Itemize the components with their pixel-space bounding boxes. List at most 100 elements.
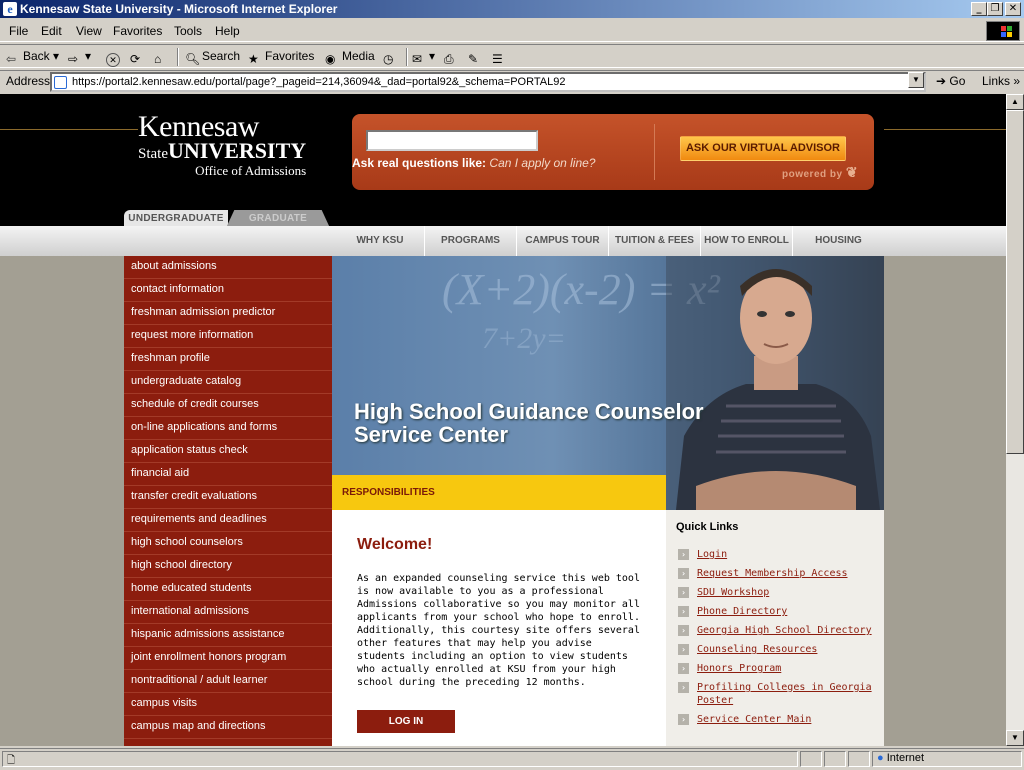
refresh-icon: ⟳ [130, 52, 141, 66]
toolbar: ⇦ Back ▾ ⇨ ▾ ✕ ⟳ ⌂ 🔍︎ Search ★ Favorites ◉ Me… [0, 44, 1024, 68]
powered-by-label: powered by ❦ [782, 164, 859, 180]
quick-link-label: Counseling Resources [697, 644, 818, 655]
media-button[interactable]: ◉ Media [325, 49, 375, 66]
search-button[interactable]: 🔍︎ Search [185, 49, 240, 66]
nav-campus-tour[interactable]: CAMPUS TOUR [516, 226, 608, 256]
mail-icon: ✉ [412, 52, 423, 66]
nav-programs[interactable]: PROGRAMS [424, 226, 516, 256]
menu-file[interactable]: File [9, 24, 28, 38]
arrow-bullet-icon: › [678, 625, 689, 636]
toolbar-separator [406, 48, 408, 66]
maximize-button[interactable]: ❐ [987, 2, 1003, 16]
title-bar: e Kennesaw State University - Microsoft … [0, 0, 1024, 18]
quick-link[interactable]: › SDU Workshop [678, 586, 878, 599]
nav-how-to-enroll[interactable]: HOW TO ENROLL [700, 226, 792, 256]
sidebar-item[interactable]: home educated students [124, 578, 332, 601]
go-button[interactable]: ➔ Go [936, 74, 965, 88]
advisor-question-input[interactable] [366, 130, 538, 151]
home-button[interactable]: ⌂ [154, 49, 171, 66]
log-in-button[interactable]: LOG IN [357, 710, 455, 733]
status-text-panel: 🗋︎ [2, 751, 798, 767]
quick-link-label: Phone Directory [697, 606, 788, 617]
sidebar-item[interactable]: about admissions [124, 256, 332, 279]
minimize-button[interactable]: _ [971, 2, 987, 16]
quick-link-label: Service Center Main [697, 714, 812, 725]
ie-logo-icon: e [3, 2, 17, 16]
sidebar-item[interactable]: joint enrollment honors program [124, 647, 332, 670]
menu-favorites[interactable]: Favorites [113, 24, 162, 38]
ksu-logo[interactable]: Kennesaw StateUNIVERSITY Office of Admis… [138, 110, 306, 179]
go-arrow-icon: ➔ [936, 74, 947, 88]
sidebar-item[interactable]: schedule of credit courses [124, 394, 332, 417]
sidebar-item[interactable]: financial aid [124, 463, 332, 486]
sidebar-item[interactable]: campus map and directions [124, 716, 332, 739]
hero-title: High School Guidance Counselor Service C… [354, 399, 704, 447]
refresh-button[interactable]: ⟳ [130, 49, 147, 66]
sidebar-item[interactable]: high school directory [124, 555, 332, 578]
quick-link[interactable]: › Login [678, 548, 878, 561]
quick-links-panel: Quick Links › Login › Request Membership Ac… [666, 510, 884, 746]
sidebar-item[interactable]: hispanic admissions assistance [124, 624, 332, 647]
menu-help[interactable]: Help [215, 24, 240, 38]
quick-link[interactable]: › Profiling Colleges in Georgia Poster [678, 681, 878, 707]
responsibilities-label[interactable]: RESPONSIBILITIES [342, 487, 435, 498]
ask-virtual-advisor-button[interactable]: ASK OUR VIRTUAL ADVISOR [680, 136, 846, 161]
sidebar-item[interactable]: freshman profile [124, 348, 332, 371]
sidebar-item[interactable]: international admissions [124, 601, 332, 624]
favorites-icon: ★ [248, 52, 259, 66]
menu-tools[interactable]: Tools [174, 24, 202, 38]
history-button[interactable]: ◷ [383, 49, 400, 66]
print-button[interactable]: ⎙ [444, 49, 461, 66]
back-button[interactable]: ⇦ Back ▾ [6, 49, 59, 66]
sidebar-item[interactable]: nontraditional / adult learner [124, 670, 332, 693]
sidebar-item[interactable]: requirements and deadlines [124, 509, 332, 532]
site-header: Kennesaw StateUNIVERSITY Office of Admis… [0, 94, 1006, 228]
sidebar-item[interactable]: transfer credit evaluations [124, 486, 332, 509]
mail-button[interactable]: ✉ ▾ [412, 49, 435, 66]
sidebar-item[interactable]: request more information [124, 325, 332, 348]
sidebar-item[interactable]: freshman admission predictor [124, 302, 332, 325]
quick-link[interactable]: › Georgia High School Directory [678, 624, 878, 637]
nav-housing[interactable]: HOUSING [792, 226, 884, 256]
close-button[interactable]: ✕ [1005, 2, 1021, 16]
main-nav: WHY KSU PROGRAMS CAMPUS TOUR TUITION & F… [0, 226, 1006, 256]
quick-link-label: Profiling Colleges in Georgia Poster [697, 682, 872, 706]
quick-link-label: Request Membership Access [697, 568, 848, 579]
scroll-thumb[interactable] [1006, 110, 1024, 454]
menu-edit[interactable]: Edit [41, 24, 62, 38]
search-icon: 🔍︎ [185, 52, 201, 66]
address-dropdown-button[interactable]: ▼ [908, 72, 924, 88]
sidebar-item[interactable]: high school counselors [124, 532, 332, 555]
stop-button[interactable]: ✕ [106, 49, 123, 67]
quick-link[interactable]: › Service Center Main [678, 713, 878, 726]
sidebar-item[interactable]: on-line applications and forms [124, 417, 332, 440]
status-bar: 🗋︎ ● Internet [0, 748, 1024, 768]
quick-link[interactable]: › Phone Directory [678, 605, 878, 618]
quick-link[interactable]: › Request Membership Access [678, 567, 878, 580]
page-icon [54, 76, 67, 89]
status-page-icon: 🗋︎ [7, 755, 16, 766]
vertical-scrollbar[interactable]: ▲ ▼ [1006, 94, 1024, 746]
sidebar-item[interactable]: application status check [124, 440, 332, 463]
forward-button[interactable]: ⇨ ▾ [68, 49, 91, 66]
scroll-up-button[interactable]: ▲ [1006, 94, 1024, 110]
address-url: https://portal2.kennesaw.edu/portal/page… [72, 76, 566, 88]
quick-link[interactable]: › Honors Program [678, 662, 878, 675]
nav-why-ksu[interactable]: WHY KSU [336, 226, 424, 256]
sidebar-item[interactable]: undergraduate catalog [124, 371, 332, 394]
menu-view[interactable]: View [76, 24, 102, 38]
favorites-button[interactable]: ★ Favorites [248, 49, 314, 66]
edit-icon: ✎ [468, 52, 479, 66]
address-label: Address [6, 74, 51, 88]
edit-button[interactable]: ✎ [468, 49, 485, 66]
nav-tuition-fees[interactable]: TUITION & FEES [608, 226, 700, 256]
welcome-text: As an expanded counseling service this w… [357, 573, 640, 688]
forward-arrow-icon: ⇨ [68, 52, 79, 66]
sidebar-item[interactable]: campus visits [124, 693, 332, 716]
scroll-down-button[interactable]: ▼ [1006, 730, 1024, 746]
sidebar-item[interactable]: contact information [124, 279, 332, 302]
address-input[interactable]: https://portal2.kennesaw.edu/portal/page… [50, 72, 926, 92]
quick-link[interactable]: › Counseling Resources [678, 643, 878, 656]
links-button[interactable]: Links » [982, 74, 1020, 88]
discuss-button[interactable]: ☰ [492, 49, 509, 66]
